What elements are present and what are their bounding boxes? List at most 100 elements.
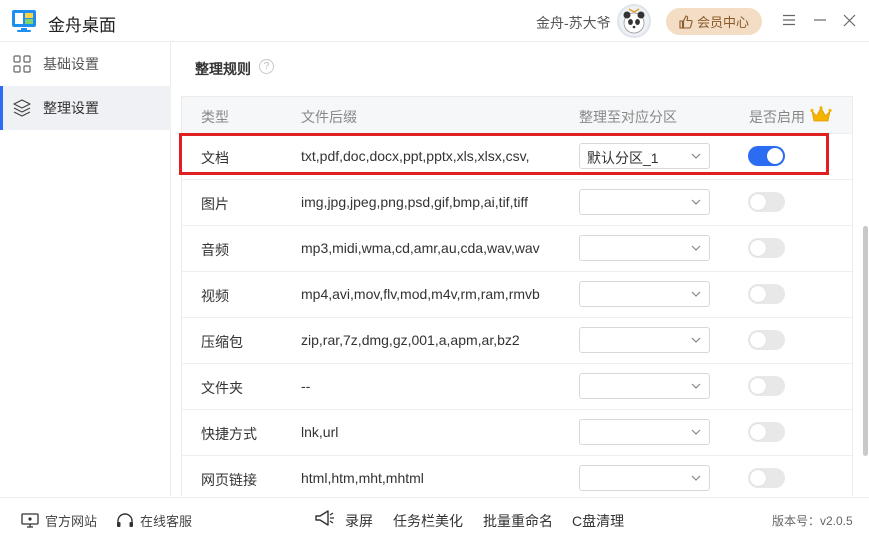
chevron-down-icon [691, 245, 701, 251]
monitor-icon [21, 513, 39, 528]
layers-icon [13, 99, 31, 117]
enable-toggle[interactable] [748, 468, 785, 488]
menu-icon [783, 14, 795, 26]
tool-taskbar-beautify[interactable]: 任务栏美化 [393, 511, 463, 531]
header-type: 类型 [201, 109, 229, 125]
table-row: 文档 txt,pdf,doc,docx,ppt,pptx,xls,xlsx,csv… [182, 133, 852, 179]
chevron-down-icon [691, 337, 701, 343]
row-type: 文件夹 [201, 380, 243, 396]
chevron-down-icon [691, 383, 701, 389]
toggle-knob [750, 470, 766, 486]
grid-icon [13, 55, 31, 73]
header-ext: 文件后缀 [301, 109, 357, 125]
toggle-knob [750, 378, 766, 394]
row-extensions: lnk,url [301, 424, 339, 440]
tool-c-drive-clean[interactable]: C盘清理 [572, 511, 624, 531]
enable-toggle[interactable] [748, 284, 785, 304]
toggle-knob [750, 332, 766, 348]
chevron-down-icon [691, 153, 701, 159]
row-extensions: mp4,avi,mov,flv,mod,m4v,rm,ram,rmvb [301, 286, 540, 302]
panda-avatar-icon [623, 8, 645, 34]
zone-select[interactable] [579, 327, 710, 353]
row-type: 视频 [201, 288, 229, 304]
rules-table: 类型 文件后缀 整理至对应分区 是否启用 文档 txt,pdf,doc,docx,… [181, 96, 853, 496]
enable-toggle[interactable] [748, 238, 785, 258]
header-enabled: 是否启用 [749, 109, 805, 125]
row-type: 快捷方式 [201, 426, 257, 442]
online-support-label: 在线客服 [140, 514, 193, 529]
table-row: 视频 mp4,avi,mov,flv,mod,m4v,rm,ram,rmvb [182, 271, 852, 317]
menu-button[interactable] [780, 11, 798, 29]
sidebar-item-label: 基础设置 [43, 56, 99, 72]
toggle-knob [750, 194, 766, 210]
row-extensions: img,jpg,jpeg,png,psd,gif,bmp,ai,tif,tiff [301, 194, 528, 210]
table-header: 类型 文件后缀 整理至对应分区 是否启用 [182, 97, 852, 133]
vip-center-button[interactable]: 会员中心 [666, 8, 762, 35]
row-extensions: txt,pdf,doc,docx,ppt,pptx,xls,xlsx,csv, [301, 148, 530, 164]
table-row: 网页链接 html,htm,mht,mhtml [182, 455, 852, 496]
enable-toggle[interactable] [748, 192, 785, 212]
sidebar: 基础设置 整理设置 [0, 42, 171, 496]
enable-toggle[interactable] [748, 146, 785, 166]
toggle-knob [750, 286, 766, 302]
sidebar-item-organize-settings[interactable]: 整理设置 [0, 86, 171, 130]
crown-icon [810, 106, 832, 122]
table-row: 压缩包 zip,rar,7z,dmg,gz,001,a,apm,ar,bz2 [182, 317, 852, 363]
scrollbar[interactable] [863, 226, 868, 456]
sidebar-item-basic-settings[interactable]: 基础设置 [0, 42, 171, 86]
version-label: 版本号：v2.0.5 [772, 514, 853, 528]
user-name: 金舟-苏大爷 [536, 15, 611, 31]
enable-toggle[interactable] [748, 376, 785, 396]
app-title: 金舟桌面 [48, 16, 116, 35]
close-button[interactable] [840, 11, 858, 29]
zone-select[interactable] [579, 419, 710, 445]
row-extensions: mp3,midi,wma,cd,amr,au,cda,wav,wave [301, 240, 540, 256]
avatar[interactable] [617, 4, 651, 38]
table-row: 文件夹 -- [182, 363, 852, 409]
table-row: 快捷方式 lnk,url [182, 409, 852, 455]
minimize-icon [814, 19, 826, 21]
tool-batch-rename[interactable]: 批量重命名 [483, 511, 553, 531]
toggle-knob [767, 148, 783, 164]
section-title: 整理规则 [195, 61, 251, 77]
vip-center-label: 会员中心 [696, 15, 749, 30]
row-type: 文档 [201, 150, 229, 166]
row-type: 网页链接 [201, 472, 257, 488]
official-website-label: 官方网站 [45, 514, 98, 529]
zone-select[interactable] [579, 465, 710, 491]
chevron-down-icon [691, 291, 701, 297]
row-extensions: -- [301, 378, 311, 394]
row-type: 图片 [201, 196, 229, 212]
title-bar: 金舟桌面 金舟-苏大爷 会员中心 [0, 0, 869, 42]
row-extensions: html,htm,mht,mhtml [301, 470, 424, 486]
zone-select[interactable] [579, 281, 710, 307]
minimize-button[interactable] [811, 11, 829, 29]
close-icon [843, 14, 855, 26]
header-zone: 整理至对应分区 [579, 109, 677, 125]
zone-select[interactable] [579, 373, 710, 399]
enable-toggle[interactable] [748, 422, 785, 442]
table-row: 图片 img,jpg,jpeg,png,psd,gif,bmp,ai,tif,ti… [182, 179, 852, 225]
chevron-down-icon [691, 429, 701, 435]
thumbs-up-icon [679, 14, 693, 29]
tool-screen-record[interactable]: 录屏 [345, 511, 373, 531]
megaphone-icon[interactable] [313, 509, 337, 527]
zone-select[interactable]: 默认分区_1 [579, 143, 710, 169]
table-row: 音频 mp3,midi,wma,cd,amr,au,cda,wav,wave [182, 225, 852, 271]
row-type: 音频 [201, 242, 229, 258]
sidebar-item-label: 整理设置 [43, 100, 99, 116]
zone-select[interactable] [579, 189, 710, 215]
zone-select[interactable] [579, 235, 710, 261]
row-extensions: zip,rar,7z,dmg,gz,001,a,apm,ar,bz2 [301, 332, 520, 348]
chevron-down-icon [691, 475, 701, 481]
headset-icon [117, 512, 133, 527]
online-support-link[interactable]: 在线客服 [116, 511, 192, 530]
help-icon[interactable]: ? [259, 59, 274, 74]
enable-toggle[interactable] [748, 330, 785, 350]
chevron-down-icon [691, 199, 701, 205]
footer: 官方网站 在线客服 录屏 任务栏美化 批量重命名 C盘清理 版本号：v2.0.5 [0, 497, 869, 537]
official-website-link[interactable]: 官方网站 [21, 511, 97, 530]
row-type: 压缩包 [201, 334, 243, 350]
zone-select-value: 默认分区_1 [587, 150, 659, 166]
toggle-knob [750, 240, 766, 256]
